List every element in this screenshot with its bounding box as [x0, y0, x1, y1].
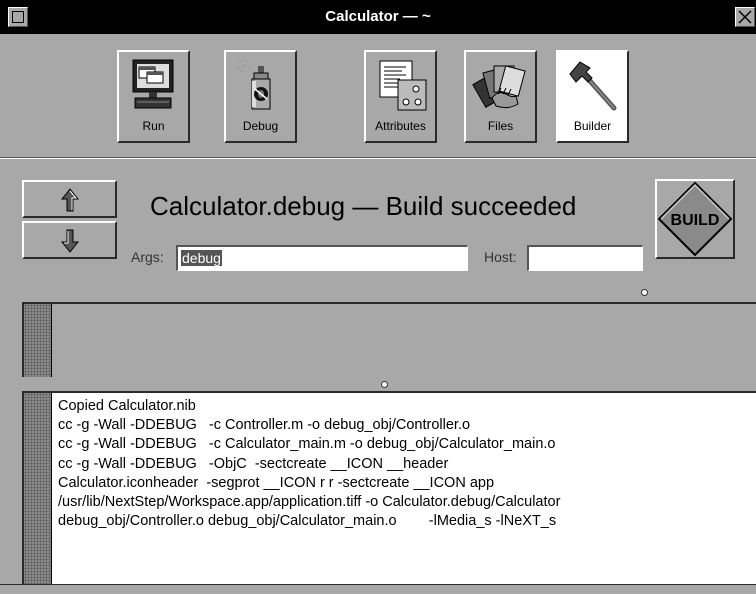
attributes-inspector-icon	[379, 60, 427, 111]
computer-monitor-icon	[132, 59, 174, 109]
upper-pane	[22, 302, 756, 377]
files-fan-icon	[472, 65, 526, 109]
log-line: /usr/lib/NextStep/Workspace.app/applicat…	[58, 494, 561, 511]
log-line: cc -g -Wall -DDEBUG -c Controller.m -o d…	[58, 417, 471, 434]
build-status-title: Calculator.debug — Build succeeded	[150, 191, 577, 221]
attributes-tool-button[interactable]: Attributes	[364, 50, 437, 143]
build-button-label: BUILD	[671, 212, 720, 229]
build-log-text[interactable]: Copied Calculator.nib cc -g -Wall -DDEBUG…	[58, 397, 752, 531]
debug-tool-button[interactable]: Debug	[224, 50, 297, 143]
split-divider-handle[interactable]	[641, 289, 648, 296]
args-field[interactable]: debug	[176, 245, 468, 271]
build-diamond-icon: BUILD	[657, 181, 733, 257]
log-line: Copied Calculator.nib	[58, 398, 196, 414]
host-label: Host:	[484, 249, 517, 265]
arrow-down-icon	[61, 229, 79, 253]
log-line: debug_obj/Controller.o debug_obj/Calcula…	[58, 513, 557, 530]
files-tool-button[interactable]: Files	[464, 50, 537, 143]
host-field[interactable]	[527, 245, 643, 271]
attributes-tool-label: Attributes	[375, 119, 426, 133]
run-tool-button[interactable]: Run	[117, 50, 190, 143]
build-log-scrollbar[interactable]	[24, 393, 52, 594]
build-log-pane: Copied Calculator.nib cc -g -Wall -DDEBUG…	[22, 391, 756, 594]
builder-tool-button[interactable]: Builder	[556, 50, 629, 143]
builder-tool-label: Builder	[573, 119, 612, 133]
run-tool-label: Run	[142, 119, 165, 133]
log-line: Calculator.iconheader -segprot __ICON r …	[58, 474, 495, 491]
build-button[interactable]: BUILD	[655, 179, 735, 259]
project-toolbar: Run Debug Attributes Files Builder	[0, 34, 756, 158]
arrow-up-icon	[61, 188, 79, 212]
next-error-button[interactable]	[22, 221, 117, 259]
args-field-value: debug	[181, 250, 222, 266]
title-bar[interactable]: Calculator — ~	[0, 0, 756, 34]
calculator-project-window: Calculator — ~ Run Debug Attributes File…	[0, 0, 756, 594]
hammer-icon	[569, 61, 617, 111]
log-line: cc -g -Wall -DDEBUG -ObjC -sectcreate __…	[58, 455, 449, 472]
log-line: cc -g -Wall -DDEBUG -c Calculator_main.m…	[58, 436, 556, 453]
upper-pane-scrollbar[interactable]	[24, 304, 52, 377]
window-bottom-edge	[0, 584, 756, 594]
args-label: Args:	[131, 249, 164, 265]
window-title: Calculator — ~	[325, 8, 431, 25]
previous-error-button[interactable]	[22, 180, 117, 218]
debug-tool-label: Debug	[242, 119, 279, 133]
build-status-panel: Calculator.debug — Build succeeded Args:…	[0, 158, 756, 284]
close-button[interactable]	[735, 7, 755, 27]
split-divider-handle[interactable]	[381, 381, 388, 388]
files-tool-label: Files	[487, 119, 514, 133]
bug-spray-can-icon	[237, 60, 271, 110]
close-icon	[738, 10, 752, 24]
